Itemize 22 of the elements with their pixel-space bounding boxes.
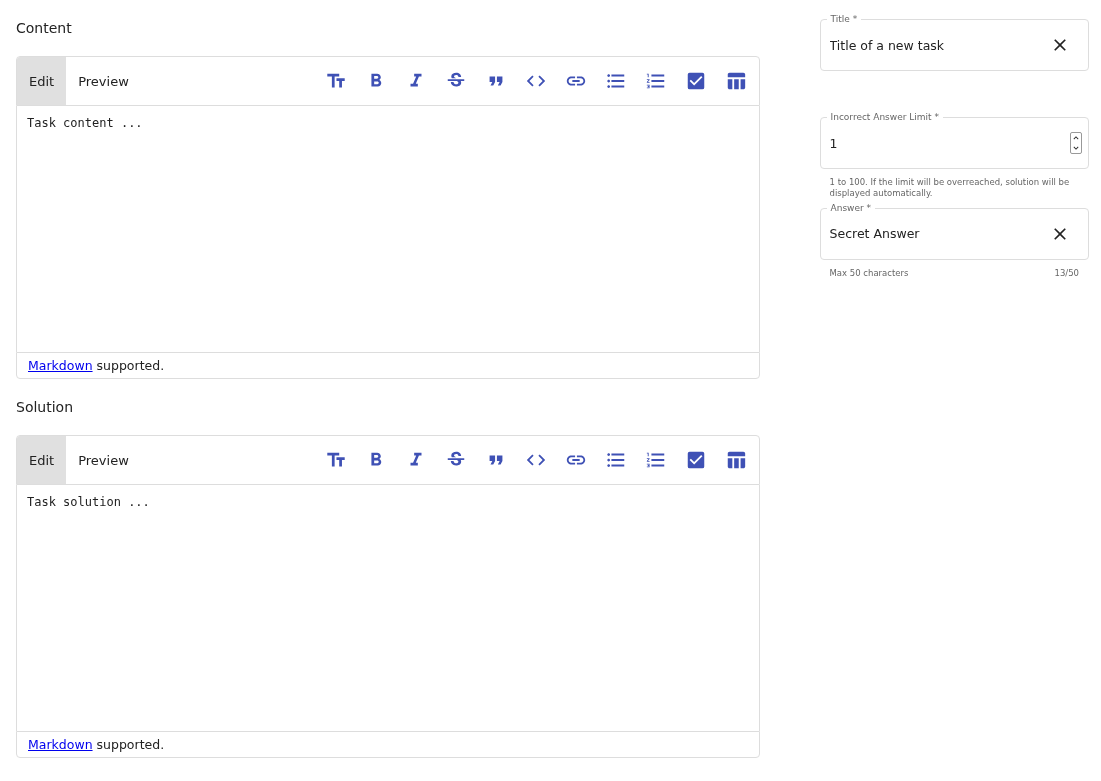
editor-tab[interactable]: Edit [17, 436, 67, 484]
editor-tab[interactable]: Edit [17, 57, 67, 105]
field-label: Title * [826, 14, 862, 24]
field-label: Answer * [826, 202, 876, 213]
markdown-link[interactable]: Markdown [28, 737, 93, 752]
editor-text-field[interactable]: Task solution ... [16, 485, 760, 731]
number-input[interactable]: 1 [829, 135, 1070, 151]
text-input[interactable]: Title of a new task [829, 37, 1050, 53]
text-input[interactable]: Secret Answer [829, 226, 1050, 242]
section-heading: Content [16, 20, 73, 36]
editor-tab[interactable]: Preview [66, 57, 141, 105]
editor-text-field[interactable]: Task content ... [16, 106, 760, 352]
editor-footer-note: Markdown supported. [16, 352, 760, 379]
spinner-icon[interactable] [1070, 132, 1082, 154]
field-label: Incorrect Answer Limit * [826, 112, 943, 122]
helper-text: 1 to 100. If the limit will be overreached, solution will be displayed automatically. [828, 176, 1071, 200]
markdown-link[interactable]: Markdown [28, 358, 93, 373]
editor-footer-note: Markdown supported. [16, 731, 760, 758]
editor-tab[interactable]: Preview [66, 436, 141, 484]
helper-text: Max 50 characters [828, 266, 910, 278]
section-heading: Solution [16, 399, 75, 415]
character-counter: 13/50 [1053, 266, 1080, 278]
